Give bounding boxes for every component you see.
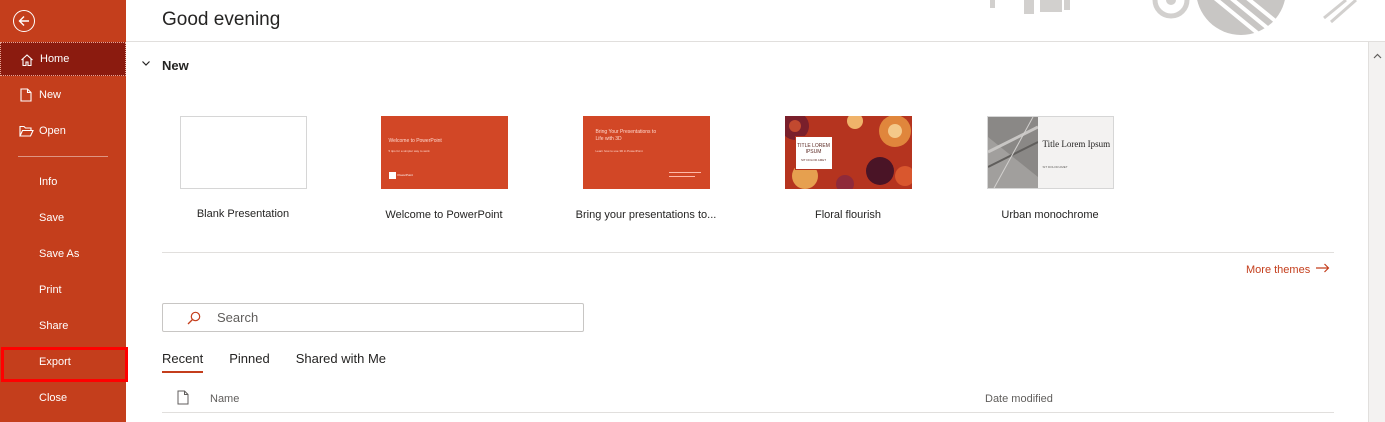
- template-thumbnail: Welcome to PowerPoint 5 tips for a simpl…: [380, 116, 508, 189]
- tab-pinned[interactable]: Pinned: [229, 351, 269, 372]
- file-list-header: Name Date modified: [162, 387, 1334, 413]
- thumb-title-card: TITLE LOREM IPSUM SIT DOLOR AMET: [794, 136, 833, 170]
- template-label: Bring your presentations to...: [575, 209, 717, 221]
- sidebar-item-share[interactable]: Share: [0, 309, 126, 343]
- thumb-subtitle: 5 tips for a simpler way to work: [388, 149, 430, 153]
- template-thumbnail: Bring Your Presentations to Life with 3D…: [582, 116, 710, 189]
- sidebar-item-label: Close: [39, 392, 68, 404]
- page-header: Good evening: [126, 0, 1385, 42]
- template-urban-monochrome[interactable]: Title Lorem Ipsum SIT DOLOR AMET Urban m…: [975, 116, 1125, 221]
- template-thumbnail: [179, 116, 307, 189]
- tab-shared-with-me[interactable]: Shared with Me: [296, 351, 386, 372]
- folder-open-icon: [18, 123, 34, 139]
- thumb-title: Title Lorem Ipsum: [1042, 139, 1111, 149]
- new-file-icon: [18, 87, 34, 103]
- sidebar-item-label: Share: [39, 320, 69, 332]
- sidebar-item-new[interactable]: New: [0, 78, 126, 112]
- sidebar-item-label: New: [39, 89, 62, 101]
- thumb-brand: PowerPoint: [397, 173, 413, 177]
- search-placeholder: Search: [217, 310, 259, 325]
- column-header-name[interactable]: Name: [210, 393, 239, 405]
- sidebar-item-info[interactable]: Info: [0, 165, 126, 199]
- thumb-title: Bring Your Presentations to Life with 3D: [595, 129, 657, 142]
- home-icon: [19, 52, 35, 68]
- thumb-title: TITLE LOREM IPSUM: [797, 143, 830, 155]
- sidebar-item-home[interactable]: Home: [0, 42, 126, 76]
- new-section-title: New: [162, 58, 189, 73]
- template-bring-presentations-3d[interactable]: Bring Your Presentations to Life with 3D…: [571, 116, 721, 221]
- sidebar-item-label: Save: [39, 212, 65, 224]
- thumb-line: [668, 176, 695, 177]
- sidebar-item-open[interactable]: Open: [0, 114, 126, 148]
- thumb-title: Welcome to PowerPoint: [388, 138, 442, 144]
- sidebar-item-label: Export: [39, 356, 71, 368]
- search-icon: [187, 311, 201, 325]
- section-divider: [162, 252, 1334, 253]
- template-thumbnail: Title Lorem Ipsum SIT DOLOR AMET: [986, 116, 1114, 189]
- template-label: Urban monochrome: [1001, 209, 1099, 221]
- greeting-title: Good evening: [162, 9, 281, 30]
- powerpoint-logo-icon: [388, 172, 396, 179]
- sidebar-item-label: Info: [39, 176, 58, 188]
- sidebar-item-label: Print: [39, 284, 62, 296]
- sidebar-item-save-as[interactable]: Save As: [0, 237, 126, 271]
- back-arrow-icon[interactable]: [13, 10, 35, 32]
- sidebar-item-label: Save As: [39, 248, 80, 260]
- template-label: Blank Presentation: [196, 208, 290, 220]
- template-label: Floral flourish: [814, 209, 882, 221]
- template-thumbnail: TITLE LOREM IPSUM SIT DOLOR AMET: [784, 116, 912, 189]
- vertical-scrollbar[interactable]: [1368, 42, 1385, 422]
- more-themes-link[interactable]: More themes: [1246, 263, 1330, 276]
- main-content: New Blank Presentation Welcome to PowerP…: [126, 42, 1368, 422]
- file-tabs: Recent Pinned Shared with Me: [162, 351, 412, 373]
- sidebar-item-export[interactable]: Export: [0, 345, 126, 379]
- backstage-sidebar: Home New Open Info Save Save As Print Sh…: [0, 0, 126, 422]
- column-header-date-modified[interactable]: Date modified: [985, 393, 1053, 405]
- template-floral-flourish[interactable]: TITLE LOREM IPSUM SIT DOLOR AMET Floral …: [773, 116, 923, 221]
- file-type-icon: [177, 390, 189, 408]
- header-decoration: [990, 0, 1357, 41]
- urban-photo: [987, 117, 1038, 188]
- sidebar-divider: [18, 156, 108, 157]
- tab-recent[interactable]: Recent: [162, 351, 204, 373]
- thumb-subtitle: Learn how to use 3D in PowerPoint: [595, 149, 643, 153]
- search-input[interactable]: Search: [162, 303, 584, 332]
- template-blank-presentation[interactable]: Blank Presentation: [168, 116, 318, 220]
- sidebar-item-close[interactable]: Close: [0, 381, 126, 415]
- sidebar-item-label: Open: [39, 125, 66, 137]
- thumb-line: [668, 172, 701, 173]
- sidebar-item-save[interactable]: Save: [0, 201, 126, 235]
- thumb-subtitle: SIT DOLOR AMET: [1042, 165, 1068, 169]
- sidebar-item-label: Home: [40, 53, 70, 65]
- template-welcome-to-powerpoint[interactable]: Welcome to PowerPoint 5 tips for a simpl…: [369, 116, 519, 221]
- arrow-right-icon: [1316, 263, 1330, 276]
- scroll-up-icon[interactable]: [1373, 46, 1382, 64]
- chevron-down-icon[interactable]: [140, 57, 152, 69]
- template-label: Welcome to PowerPoint: [385, 209, 503, 221]
- more-themes-label: More themes: [1246, 263, 1311, 276]
- thumb-subtitle: SIT DOLOR AMET: [800, 158, 827, 162]
- sidebar-item-print[interactable]: Print: [0, 273, 126, 307]
